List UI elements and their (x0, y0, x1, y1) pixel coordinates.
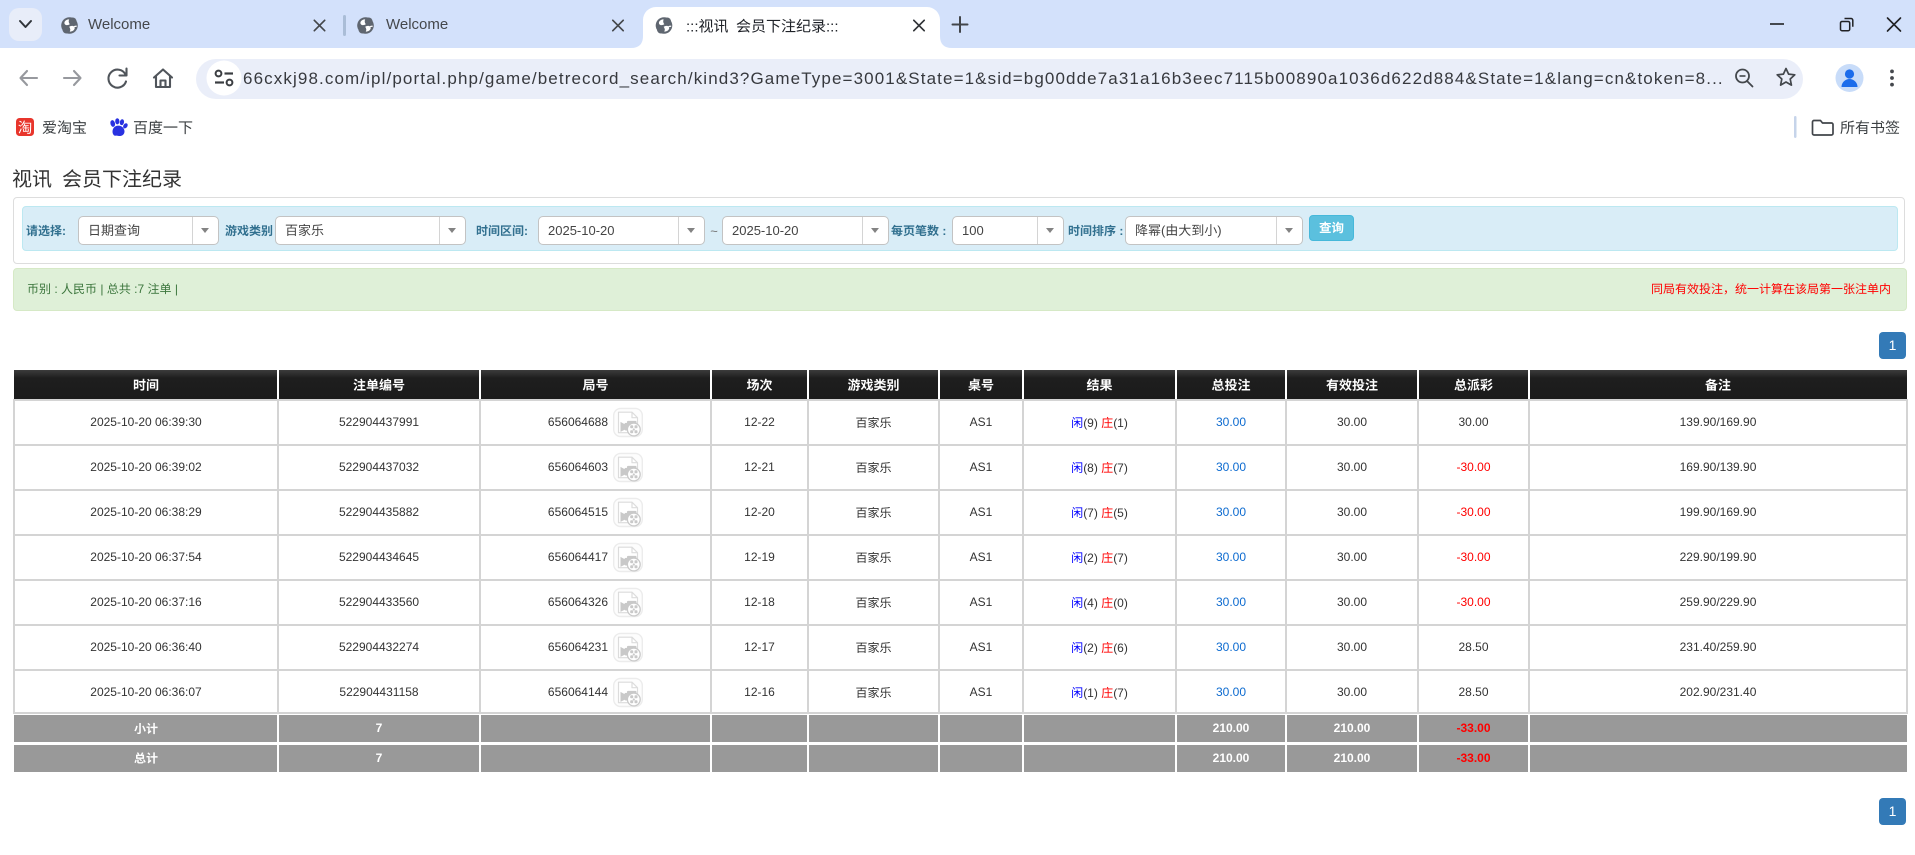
svg-text:(8): (8) (1083, 461, 1101, 475)
svg-text:(6): (6) (1113, 641, 1128, 655)
svg-text:(1): (1) (1083, 686, 1101, 700)
svg-text:(2): (2) (1083, 551, 1101, 565)
svg-text:(7): (7) (1113, 686, 1128, 700)
svg-text:(9): (9) (1083, 416, 1101, 430)
svg-text:(5): (5) (1113, 506, 1128, 520)
svg-text:(4): (4) (1083, 596, 1101, 610)
svg-text:(7): (7) (1113, 461, 1128, 475)
svg-text:(0): (0) (1113, 596, 1128, 610)
svg-text:(7): (7) (1083, 506, 1101, 520)
svg-text:(2): (2) (1083, 641, 1101, 655)
svg-text:(7): (7) (1113, 551, 1128, 565)
svg-text:(1): (1) (1113, 416, 1128, 430)
